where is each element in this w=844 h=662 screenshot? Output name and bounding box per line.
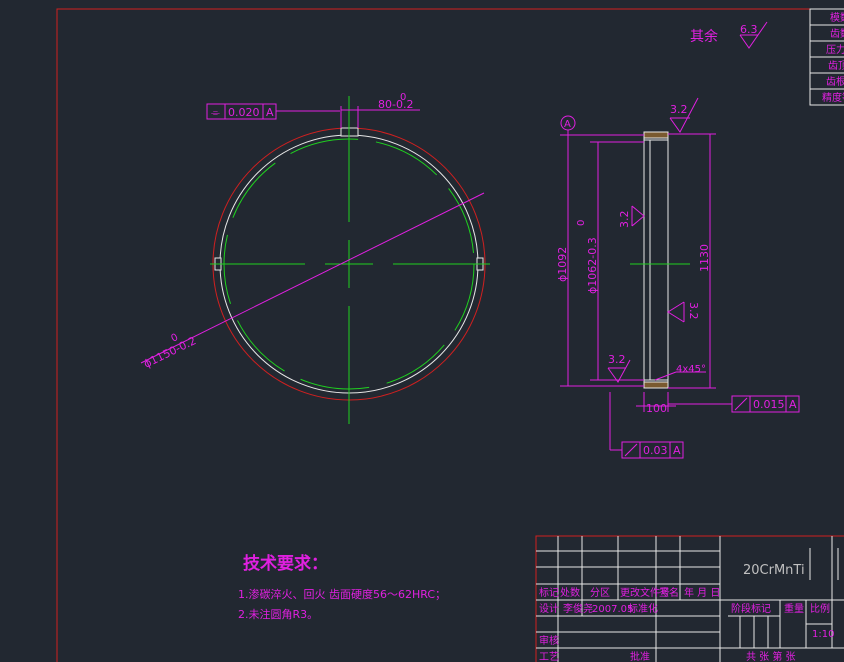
outer-diameter-label: ϕ1150-0.2 <box>142 334 199 371</box>
gear-section-view <box>630 131 690 389</box>
svg-text:审核: 审核 <box>539 634 559 647</box>
roughness-symbol-top: 3.2 <box>669 97 699 133</box>
notes-line-1: 1.渗碳淬火、回火 齿面硬度56～62HRC； <box>238 587 446 601</box>
param-module: 模数 <box>830 11 844 24</box>
roughness-symbol-rest: 6.3 <box>739 21 768 49</box>
svg-text:设计: 设计 <box>539 602 559 615</box>
roughness-symbol-outer: 3.2 <box>667 301 700 323</box>
roughness-symbol-bore: 3.2 <box>618 205 645 229</box>
svg-text:A: A <box>673 444 681 457</box>
svg-text:80-0.2: 80-0.2 <box>378 98 413 111</box>
notes-title: 技术要求： <box>243 553 328 574</box>
svg-text:3.2: 3.2 <box>608 353 626 366</box>
gear-parameter-table: 模数 齿数 压力角 齿顶高 齿根高 精度等级 <box>809 8 844 106</box>
roughness-symbol-bottom: 3.2 <box>607 353 631 383</box>
svg-text:签名: 签名 <box>659 586 679 599</box>
svg-text:标记: 标记 <box>539 587 559 599</box>
notes-line-2: 2.未注圆角R3。 <box>238 607 318 621</box>
tolerance-frame-symmetry: ⌯ 0.020 A <box>206 103 340 120</box>
gear-front-view <box>140 96 490 424</box>
svg-text:3.2: 3.2 <box>670 103 688 116</box>
datum-a-symbol: A <box>560 115 576 135</box>
svg-text:6.3: 6.3 <box>740 23 758 36</box>
outer-dia-label: ϕ1092 <box>556 247 569 282</box>
chamfer-label: 4x45° <box>676 364 706 375</box>
cad-drawing: 模数 齿数 压力角 齿顶高 齿根高 精度等级 其余 6.3 <box>56 8 844 662</box>
svg-text:A: A <box>564 119 571 130</box>
slot-width-dimension: 0 80-0.2 <box>340 92 420 128</box>
runout-arrow-icon <box>624 443 638 457</box>
param-dedendum: 齿根高 <box>826 75 844 88</box>
symmetry-icon: ⌯ <box>211 106 220 119</box>
svg-text:0.015: 0.015 <box>753 398 785 411</box>
param-pressure-angle: 压力角 <box>826 43 844 56</box>
inner-dia-upper: 0 <box>576 220 587 226</box>
svg-text:工艺: 工艺 <box>539 651 559 662</box>
svg-text:年 月 日: 年 月 日 <box>684 586 720 599</box>
param-teeth: 齿数 <box>830 27 844 40</box>
svg-text:0.03: 0.03 <box>643 444 668 457</box>
runout-arrow-icon <box>734 397 748 411</box>
svg-text:A: A <box>789 398 797 411</box>
svg-text:处数: 处数 <box>560 586 580 599</box>
param-accuracy: 精度等级 <box>822 91 844 104</box>
svg-text:批准: 批准 <box>630 650 650 662</box>
runout-frame-1: 0.015 A <box>668 395 800 413</box>
param-addendum: 齿顶高 <box>828 59 844 72</box>
svg-text:标准化: 标准化 <box>628 602 658 615</box>
svg-text:0.020: 0.020 <box>228 106 260 119</box>
svg-text:阶段标记: 阶段标记 <box>731 602 771 615</box>
svg-text:比例: 比例 <box>810 602 830 615</box>
svg-text:A: A <box>266 106 274 119</box>
rest-roughness-label: 其余 <box>690 28 718 45</box>
inner-dia-label: ϕ1062-0.3 <box>586 237 599 294</box>
material-label: 20CrMnTi <box>743 563 805 578</box>
svg-text:李俊尧: 李俊尧 <box>563 602 593 615</box>
height-label: 1130 <box>698 244 711 272</box>
svg-text:1:10: 1:10 <box>812 629 834 640</box>
svg-text:分区: 分区 <box>590 587 610 599</box>
title-block: 20CrMnTi 标记 处数 分区 更改文件号 签名 年 月 日 设计 李俊尧 … <box>535 535 844 662</box>
svg-text:重量: 重量 <box>784 602 804 615</box>
svg-text:3.2: 3.2 <box>687 302 700 320</box>
svg-text:3.2: 3.2 <box>618 211 631 229</box>
width-label: 100 <box>646 402 667 415</box>
svg-text:共 张 第 张: 共 张 第 张 <box>746 650 796 662</box>
